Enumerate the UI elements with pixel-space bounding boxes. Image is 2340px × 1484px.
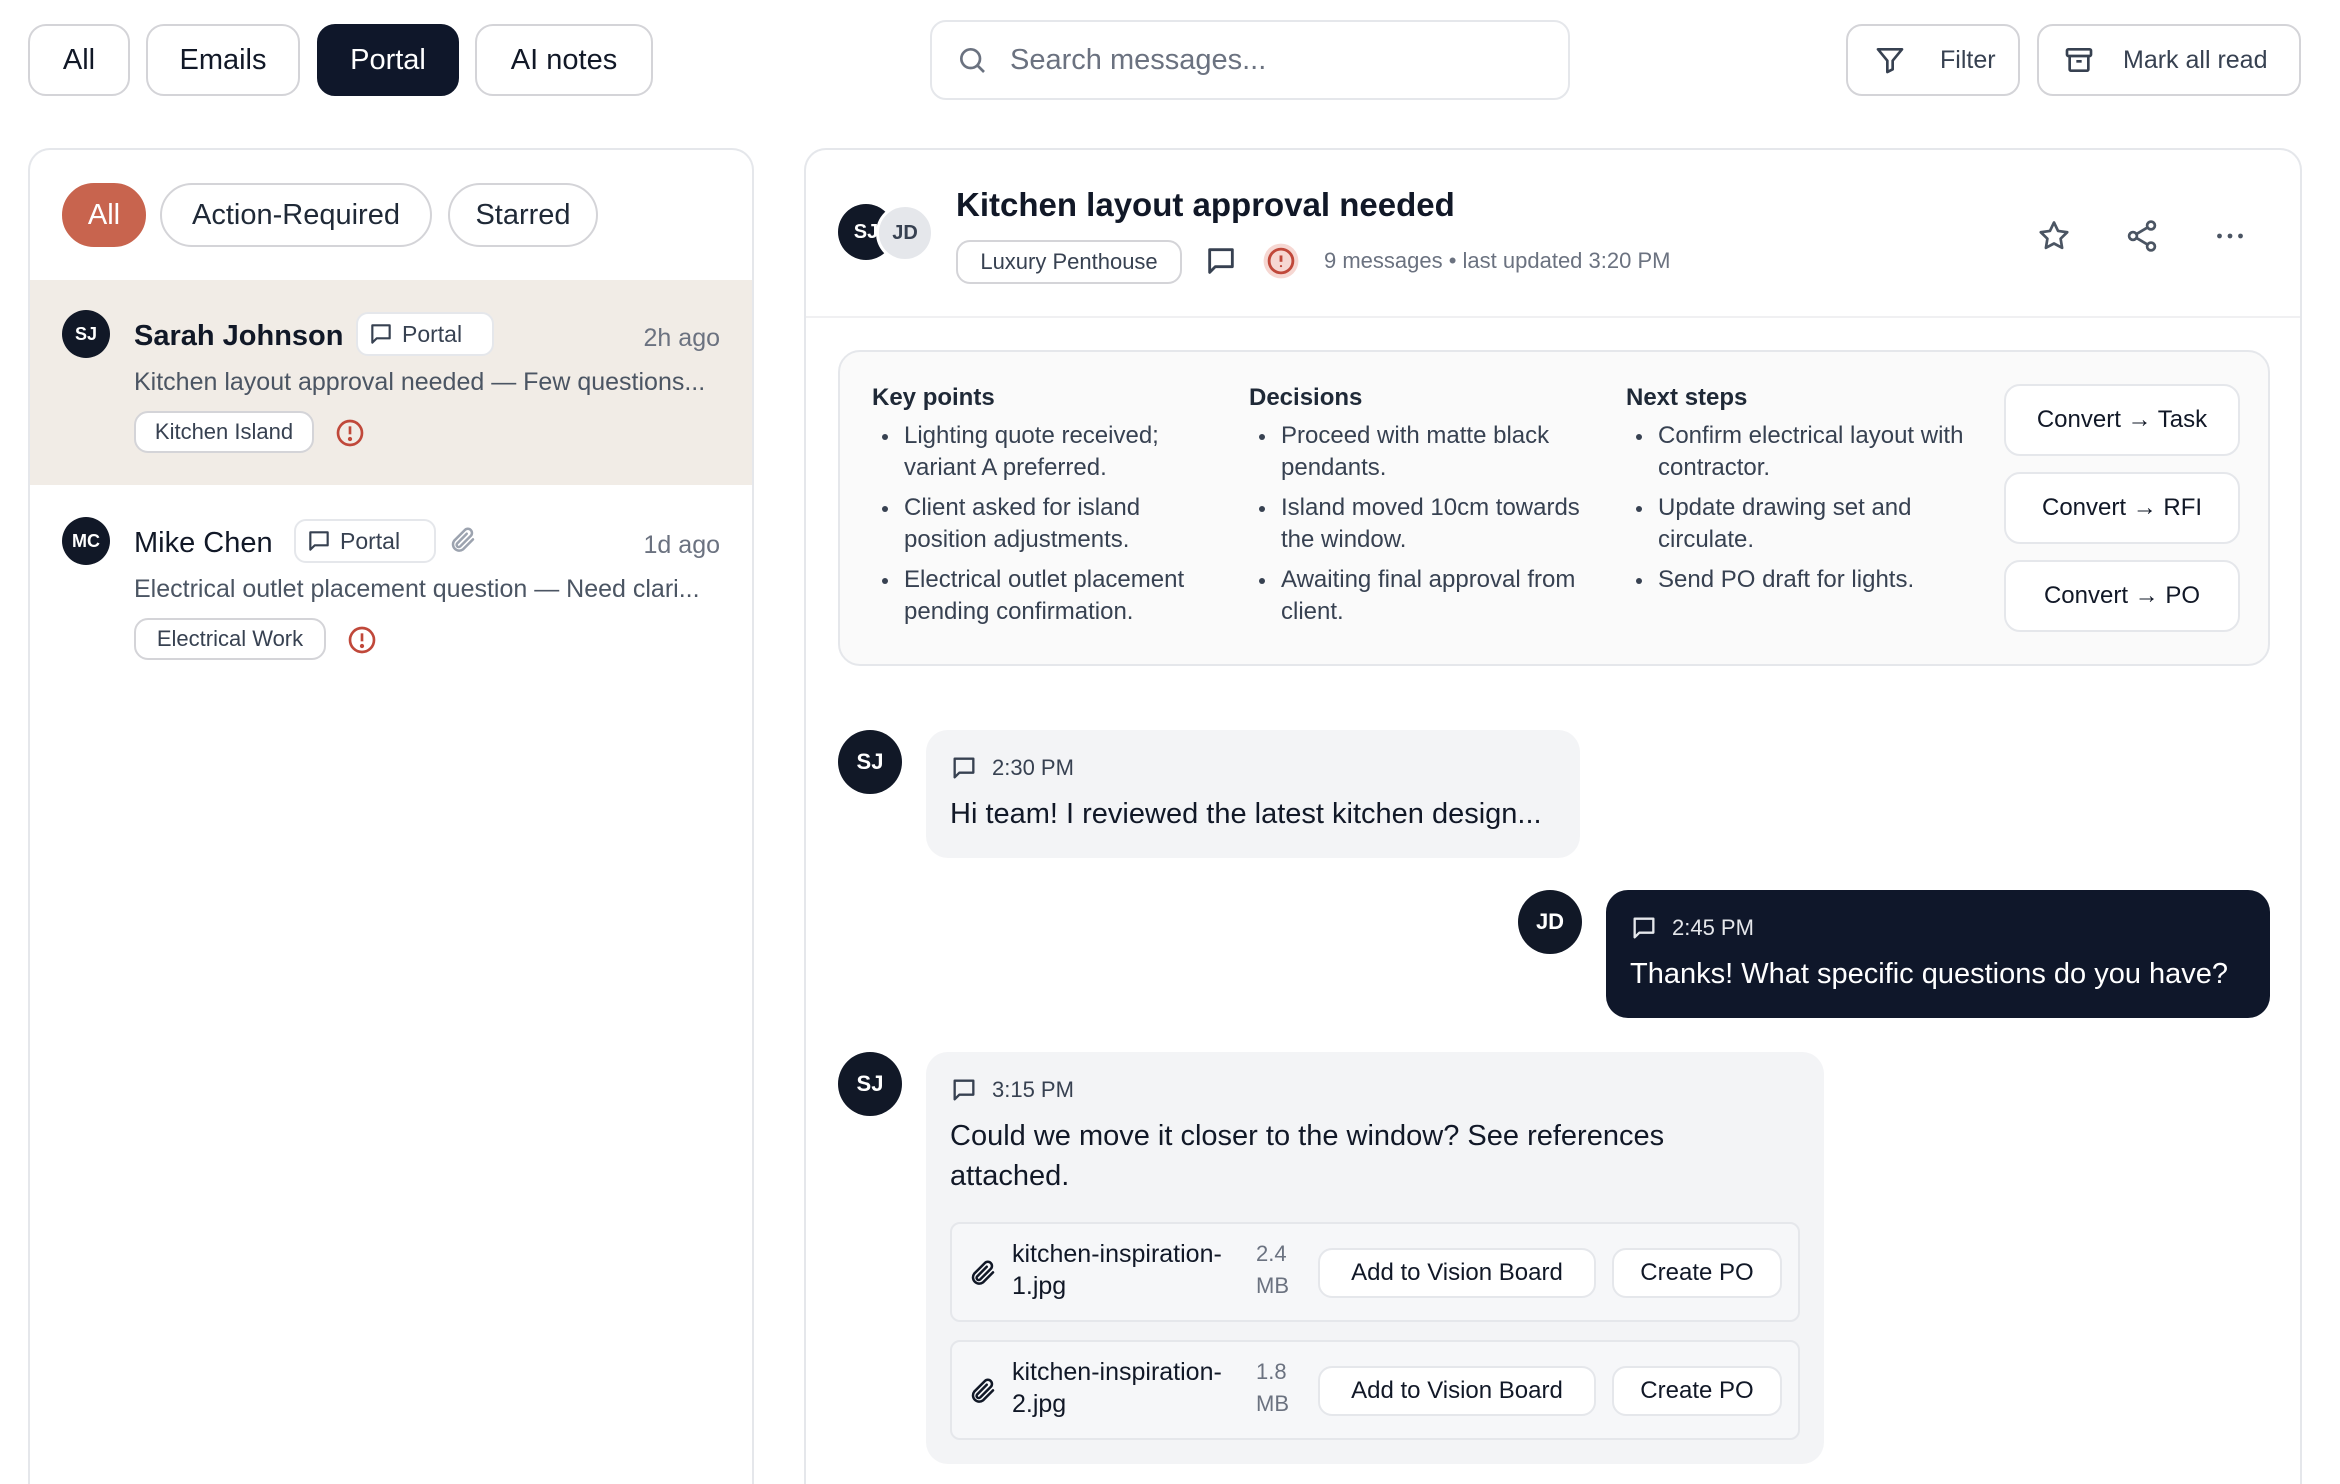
conversation-preview: Electrical outlet placement question — N… bbox=[134, 575, 700, 603]
ai-summary-card: Key points Lighting quote received; vari… bbox=[838, 350, 2270, 666]
summary-item: Client asked for island position adjustm… bbox=[872, 492, 1212, 556]
chat-icon bbox=[309, 531, 329, 551]
star-icon[interactable] bbox=[2036, 218, 2072, 254]
sender-name: Sarah Johnson bbox=[134, 320, 344, 352]
alert-icon bbox=[334, 417, 366, 449]
thread-title: Kitchen layout approval needed bbox=[956, 186, 1455, 223]
summary-item: Send PO draft for lights. bbox=[1626, 564, 1966, 596]
paperclip-icon bbox=[968, 1376, 998, 1406]
conversation-item[interactable]: MC Mike Chen Portal 1d ago Electrical ou… bbox=[30, 487, 752, 692]
attachment-row: kitchen-inspiration-1.jpg 2.4 MB Add to … bbox=[950, 1222, 1800, 1322]
chat-icon bbox=[953, 757, 975, 779]
add-to-vision-board-button[interactable]: Add to Vision Board bbox=[1318, 1248, 1596, 1298]
avatar: MC bbox=[62, 517, 110, 565]
message-text: Could we move it closer to the window? S… bbox=[950, 1120, 1665, 1192]
message-time: 3:15 PM bbox=[992, 1077, 1074, 1102]
tab-ai-notes[interactable]: AI notes bbox=[475, 24, 653, 96]
conversation-time: 2h ago bbox=[643, 324, 720, 352]
summary-item: Lighting quote received; variant A prefe… bbox=[872, 420, 1212, 484]
paperclip-icon bbox=[448, 525, 478, 555]
chat-icon bbox=[953, 1079, 975, 1101]
alert-icon bbox=[346, 624, 378, 656]
search-icon bbox=[956, 44, 988, 76]
sender-name: Mike Chen bbox=[134, 527, 273, 559]
message-bubble: 2:45 PM Thanks! What specific questions … bbox=[1606, 890, 2270, 1018]
section-heading: Key points bbox=[872, 384, 995, 411]
attachment-name[interactable]: kitchen-inspiration-1.jpg bbox=[1012, 1238, 1242, 1302]
message-bubble: 2:30 PM Hi team! I reviewed the latest k… bbox=[926, 730, 1580, 858]
chat-icon bbox=[1204, 244, 1238, 278]
key-points-section: Key points Lighting quote received; vari… bbox=[872, 384, 1212, 636]
filter-all[interactable]: All bbox=[62, 183, 146, 247]
attachment-name[interactable]: kitchen-inspiration-2.jpg bbox=[1012, 1356, 1242, 1420]
attachment-size: 1.8 MB bbox=[1256, 1359, 1289, 1416]
chat-icon bbox=[1633, 917, 1655, 939]
attachment-size: 2.4 MB bbox=[1256, 1241, 1289, 1298]
convert-to-po-button[interactable]: Convert → PO bbox=[2004, 560, 2240, 632]
conversation-preview: Kitchen layout approval needed — Few que… bbox=[134, 368, 706, 396]
convert-to-rfi-button[interactable]: Convert → RFI bbox=[2004, 472, 2240, 544]
message-meta: 2:45 PM bbox=[1630, 914, 1754, 942]
create-po-button[interactable]: Create PO bbox=[1612, 1248, 1782, 1298]
share-icon[interactable] bbox=[2124, 218, 2160, 254]
conversation-item[interactable]: SJ Sarah Johnson Portal 2h ago Kitchen l… bbox=[30, 280, 752, 485]
conversation-time: 1d ago bbox=[643, 531, 720, 559]
summary-item: Update drawing set and circulate. bbox=[1626, 492, 1966, 556]
avatar: SJ bbox=[838, 1052, 902, 1116]
message-meta: 2:30 PM bbox=[950, 754, 1074, 782]
channel-label: Portal bbox=[340, 527, 401, 554]
next-steps-section: Next steps Confirm electrical layout wit… bbox=[1626, 384, 1966, 604]
project-tag: Luxury Penthouse bbox=[956, 240, 1182, 284]
message-meta: 3:15 PM bbox=[950, 1076, 1074, 1104]
avatar: JD bbox=[1518, 890, 1582, 954]
paperclip-icon bbox=[968, 1258, 998, 1288]
avatar: SJ bbox=[838, 730, 902, 794]
summary-item: Confirm electrical layout with contracto… bbox=[1626, 420, 1966, 484]
thread-panel: SJ JD Kitchen layout approval needed Lux… bbox=[804, 148, 2302, 1484]
summary-item: Electrical outlet placement pending conf… bbox=[872, 564, 1212, 628]
filter-starred[interactable]: Starred bbox=[448, 183, 598, 247]
project-tag: Kitchen Island bbox=[134, 411, 314, 453]
summary-item: Awaiting final approval from client. bbox=[1249, 564, 1589, 628]
convert-to-task-button[interactable]: Convert → Task bbox=[2004, 384, 2240, 456]
section-heading: Next steps bbox=[1626, 384, 1748, 411]
message-time: 2:45 PM bbox=[1672, 915, 1754, 940]
message-bubble: 3:15 PM Could we move it closer to the w… bbox=[926, 1052, 1824, 1464]
summary-item: Island moved 10cm towards the window. bbox=[1249, 492, 1589, 556]
tab-emails[interactable]: Emails bbox=[146, 24, 300, 96]
channel-label: Portal bbox=[402, 320, 463, 347]
thread-meta: 9 messages • last updated 3:20 PM bbox=[1324, 248, 1671, 273]
filter-icon bbox=[1874, 44, 1906, 76]
chat-icon bbox=[371, 324, 391, 344]
search-box bbox=[930, 20, 1570, 100]
section-heading: Decisions bbox=[1249, 384, 1363, 411]
add-to-vision-board-button[interactable]: Add to Vision Board bbox=[1318, 1366, 1596, 1416]
message-time: 2:30 PM bbox=[992, 755, 1074, 780]
tab-all[interactable]: All bbox=[28, 24, 130, 96]
message-text: Hi team! I reviewed the latest kitchen d… bbox=[950, 798, 1542, 830]
header-divider bbox=[806, 316, 2300, 318]
filter-button[interactable]: Filter bbox=[1846, 24, 2020, 96]
create-po-button[interactable]: Create PO bbox=[1612, 1366, 1782, 1416]
mark-all-read-label: Mark all read bbox=[2123, 45, 2268, 74]
project-tag: Electrical Work bbox=[134, 618, 326, 660]
message-text: Thanks! What specific questions do you h… bbox=[1630, 958, 2229, 990]
avatar: JD bbox=[876, 204, 934, 262]
top-bar: All Emails Portal AI notes Filter Mark a… bbox=[0, 0, 2340, 120]
archive-icon bbox=[2063, 44, 2095, 76]
channel-badge: Portal bbox=[294, 519, 436, 563]
mark-all-read-button[interactable]: Mark all read bbox=[2037, 24, 2301, 96]
summary-item: Proceed with matte black pendants. bbox=[1249, 420, 1589, 484]
filter-label: Filter bbox=[1940, 45, 1996, 74]
channel-badge: Portal bbox=[356, 312, 494, 356]
filter-action-required[interactable]: Action-Required bbox=[160, 183, 432, 247]
conversation-list-panel: All Action-Required Starred SJ Sarah Joh… bbox=[28, 148, 754, 1484]
search-input[interactable] bbox=[1010, 43, 1550, 77]
more-options-icon[interactable] bbox=[2212, 218, 2248, 254]
tab-portal[interactable]: Portal bbox=[317, 24, 459, 96]
alert-icon bbox=[1262, 242, 1300, 280]
decisions-section: Decisions Proceed with matte black penda… bbox=[1249, 384, 1589, 636]
attachment-row: kitchen-inspiration-2.jpg 1.8 MB Add to … bbox=[950, 1340, 1800, 1440]
avatar: SJ bbox=[62, 310, 110, 358]
